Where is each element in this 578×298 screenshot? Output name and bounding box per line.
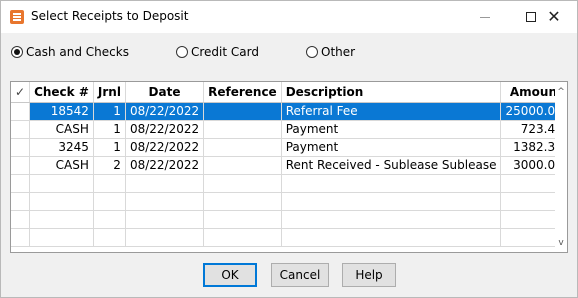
- empty-row: [11, 174, 567, 193]
- cell-check-number: CASH: [29, 120, 94, 139]
- receipt-type-radio-group: Cash and Checks Credit Card Other: [1, 45, 577, 63]
- cell-jrnl: 1: [93, 120, 126, 139]
- column-header-description[interactable]: Description: [281, 82, 502, 103]
- app-icon: [10, 10, 24, 24]
- vertical-scrollbar[interactable]: ^ v: [555, 82, 567, 252]
- column-header-date[interactable]: Date: [125, 82, 205, 103]
- cell-reference: [203, 156, 282, 175]
- column-header-check-number[interactable]: Check #: [29, 82, 94, 103]
- column-header-jrnl[interactable]: Jrnl: [93, 82, 126, 103]
- cell-date: 08/22/2022: [125, 156, 205, 175]
- dialog-window: Select Receipts to Deposit ✕ Cash and Ch…: [0, 0, 578, 298]
- radio-unselected-icon: [176, 46, 188, 58]
- table-row[interactable]: CASH 2 08/22/2022 Rent Received - Sublea…: [11, 156, 567, 175]
- radio-other[interactable]: Other: [306, 45, 355, 59]
- help-button[interactable]: Help: [342, 263, 396, 287]
- table-row[interactable]: 18542 1 08/22/2022 Referral Fee 25000.00: [11, 102, 567, 121]
- cell-jrnl: 2: [93, 156, 126, 175]
- close-icon: ✕: [547, 7, 561, 26]
- row-checkbox[interactable]: [11, 102, 31, 121]
- table-row[interactable]: CASH 1 08/22/2022 Payment 723.40: [11, 120, 567, 139]
- minimize-button[interactable]: [462, 1, 508, 33]
- table-header-row: ✓ Check # Jrnl Date Reference Descriptio…: [11, 82, 567, 103]
- cell-date: 08/22/2022: [125, 120, 205, 139]
- radio-credit-card[interactable]: Credit Card: [176, 45, 259, 59]
- receipts-table: ✓ Check # Jrnl Date Reference Descriptio…: [11, 82, 567, 247]
- cell-description: Rent Received - Sublease Sublease: [281, 156, 502, 175]
- radio-label: Other: [321, 45, 356, 59]
- table-row[interactable]: 3245 1 08/22/2022 Payment 1382.35: [11, 138, 567, 157]
- empty-row: [11, 228, 567, 247]
- row-checkbox[interactable]: [11, 138, 31, 157]
- close-button[interactable]: ✕: [531, 1, 577, 33]
- cell-jrnl: 1: [93, 102, 126, 121]
- cell-reference: [203, 120, 282, 139]
- column-header-reference[interactable]: Reference: [203, 82, 282, 103]
- cell-description: Payment: [281, 138, 502, 157]
- radio-label: Cash and Checks: [26, 45, 129, 59]
- empty-row: [11, 192, 567, 211]
- cell-description: Referral Fee: [281, 102, 502, 121]
- receipts-grid[interactable]: ✓ Check # Jrnl Date Reference Descriptio…: [10, 81, 568, 253]
- radio-selected-icon: [11, 46, 23, 58]
- radio-label: Credit Card: [191, 45, 259, 59]
- cell-description: Payment: [281, 120, 502, 139]
- cell-date: 08/22/2022: [125, 138, 205, 157]
- cancel-button[interactable]: Cancel: [271, 263, 329, 287]
- row-checkbox[interactable]: [11, 120, 31, 139]
- cell-date: 08/22/2022: [125, 102, 205, 121]
- check-column-header[interactable]: ✓: [11, 82, 31, 103]
- window-title: Select Receipts to Deposit: [31, 9, 189, 23]
- ok-button[interactable]: OK: [203, 263, 257, 287]
- scroll-down-icon[interactable]: v: [555, 236, 567, 250]
- title-bar[interactable]: Select Receipts to Deposit ✕: [1, 1, 577, 33]
- radio-unselected-icon: [306, 46, 318, 58]
- cell-check-number: 18542: [29, 102, 94, 121]
- row-checkbox[interactable]: [11, 156, 31, 175]
- empty-row: [11, 210, 567, 229]
- radio-cash-and-checks[interactable]: Cash and Checks: [11, 45, 129, 59]
- cell-reference: [203, 102, 282, 121]
- cell-jrnl: 1: [93, 138, 126, 157]
- minimize-icon: [480, 16, 490, 18]
- scroll-up-icon[interactable]: ^: [555, 85, 567, 99]
- cell-check-number: 3245: [29, 138, 94, 157]
- cell-reference: [203, 138, 282, 157]
- cell-check-number: CASH: [29, 156, 94, 175]
